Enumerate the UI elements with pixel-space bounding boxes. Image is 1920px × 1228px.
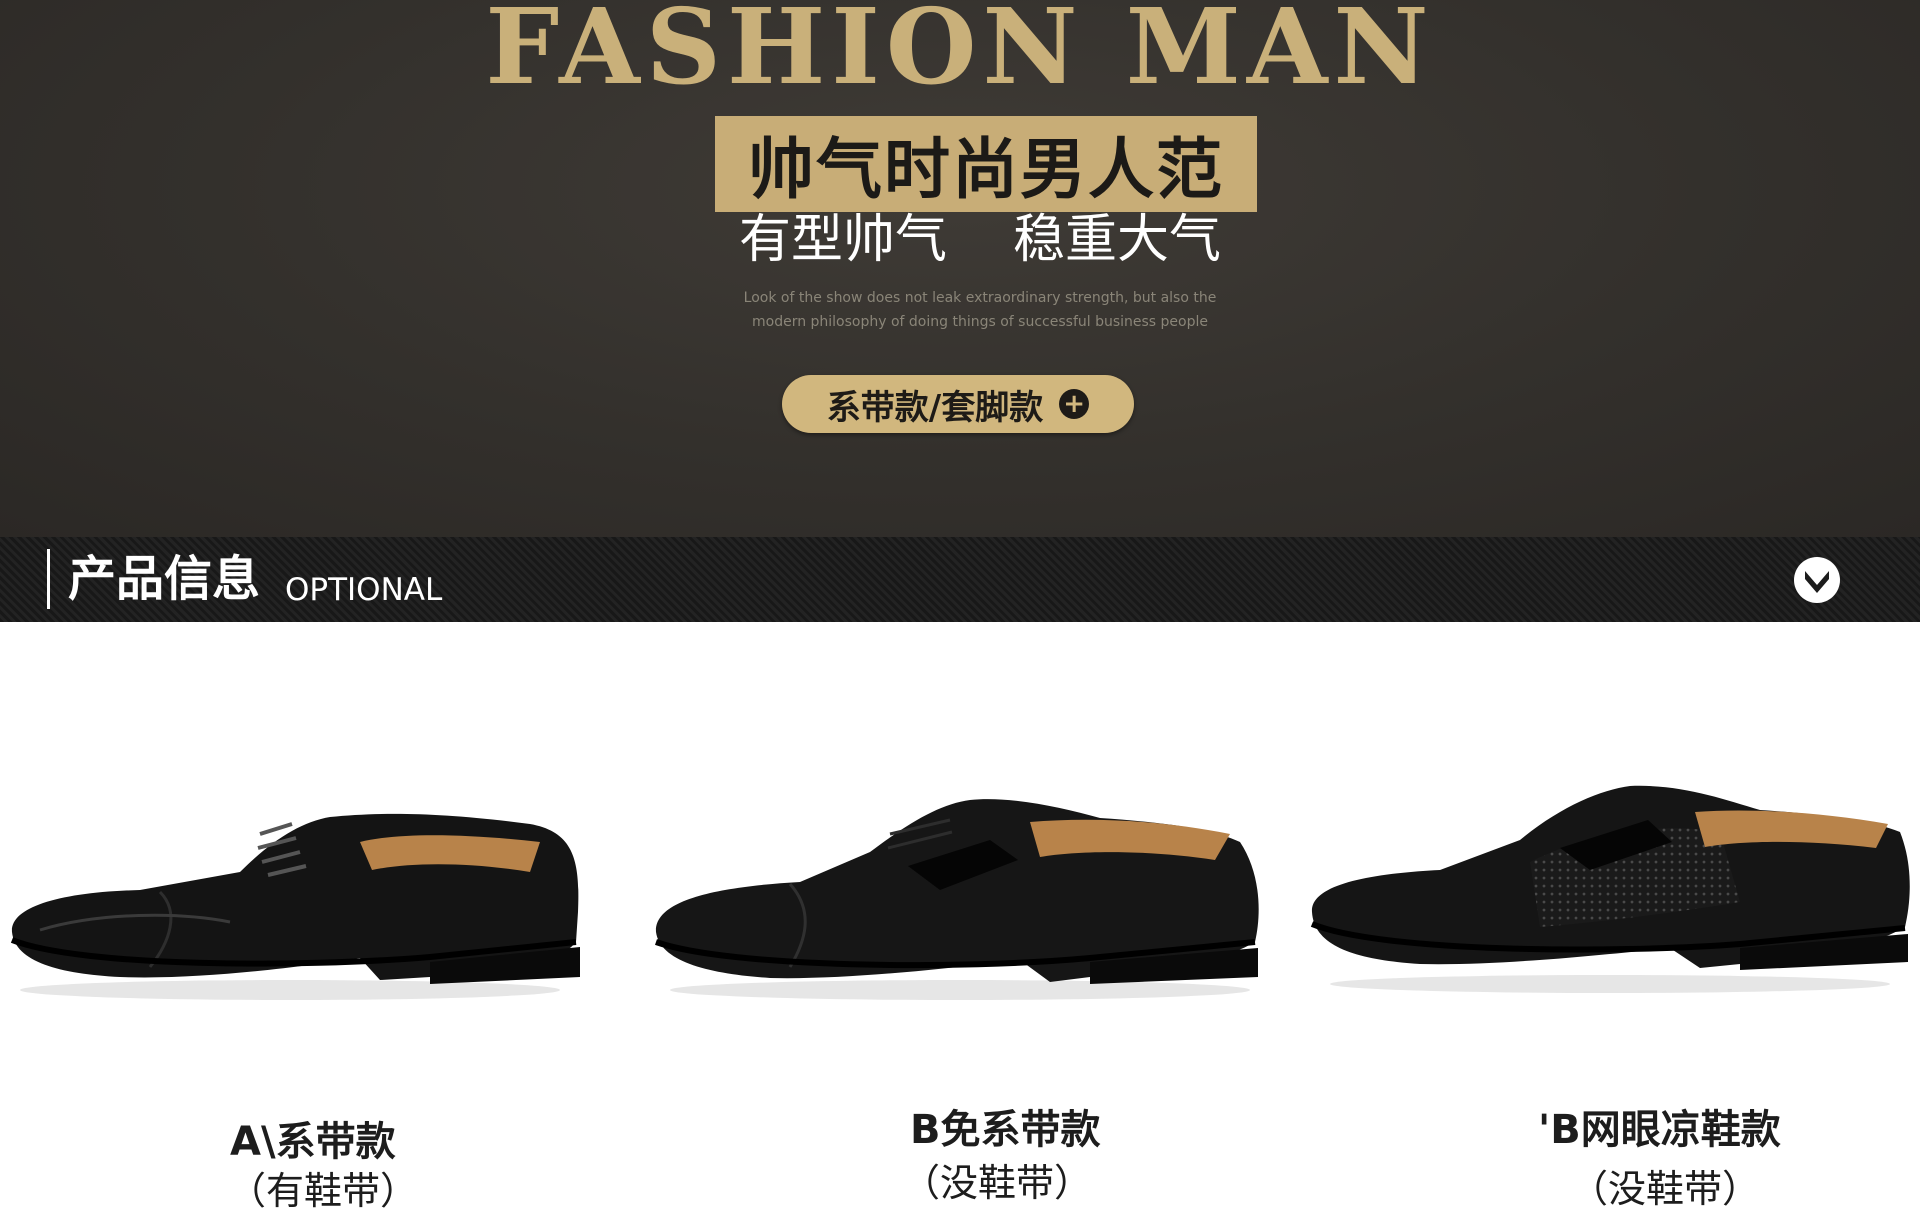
product-card-slip-on[interactable]: B免系带款 （没鞋带） bbox=[640, 622, 1280, 1228]
product-info-bar: 产品信息 OPTIONAL bbox=[0, 537, 1920, 622]
banner-description-line2: modern philosophy of doing things of suc… bbox=[751, 314, 1209, 330]
style-toggle-button[interactable]: 系带款/套脚款 + bbox=[782, 375, 1134, 433]
banner-title: FASHION MAN bbox=[485, 0, 1435, 108]
section-title: 产品信息 bbox=[68, 551, 261, 607]
plus-icon: + bbox=[1059, 389, 1090, 419]
product-sublabel: （没鞋带） bbox=[1570, 1167, 1761, 1211]
banner-description: Look of the show does not leak extraordi… bbox=[700, 286, 1260, 334]
product-grid: A\系带款 （有鞋带） B免系带款 （没鞋带） 'B网眼凉鞋款 （没鞋带） bbox=[0, 622, 1920, 1228]
hero-banner: FASHION MAN 帅气时尚男人范 有型帅气 稳重大气 Look of th… bbox=[0, 0, 1920, 537]
section-divider bbox=[47, 549, 50, 609]
shoe-mesh-image bbox=[1310, 785, 1910, 993]
product-label: 'B网眼凉鞋款 bbox=[1538, 1107, 1781, 1153]
style-toggle-label: 系带款/套脚款 bbox=[826, 387, 1044, 428]
product-card-mesh[interactable]: 'B网眼凉鞋款 （没鞋带） bbox=[1300, 622, 1920, 1228]
shoe-lace-up-image bbox=[10, 813, 580, 1000]
banner-headline: 帅气时尚男人范 bbox=[748, 131, 1224, 208]
product-sublabel: （有鞋带） bbox=[228, 1169, 419, 1213]
chevron-down-icon[interactable] bbox=[1794, 557, 1840, 603]
product-label: B免系带款 bbox=[910, 1107, 1101, 1153]
banner-slogan: 有型帅气 稳重大气 bbox=[738, 210, 1222, 270]
product-card-lace-up[interactable]: A\系带款 （有鞋带） bbox=[0, 622, 620, 1228]
shoe-slip-on-image bbox=[655, 799, 1259, 1000]
headline-box: 帅气时尚男人范 bbox=[715, 116, 1257, 212]
section-subtitle: OPTIONAL bbox=[285, 572, 443, 608]
product-sublabel: （没鞋带） bbox=[902, 1161, 1093, 1205]
banner-description-line1: Look of the show does not leak extraordi… bbox=[743, 290, 1217, 306]
product-label: A\系带款 bbox=[230, 1119, 396, 1165]
